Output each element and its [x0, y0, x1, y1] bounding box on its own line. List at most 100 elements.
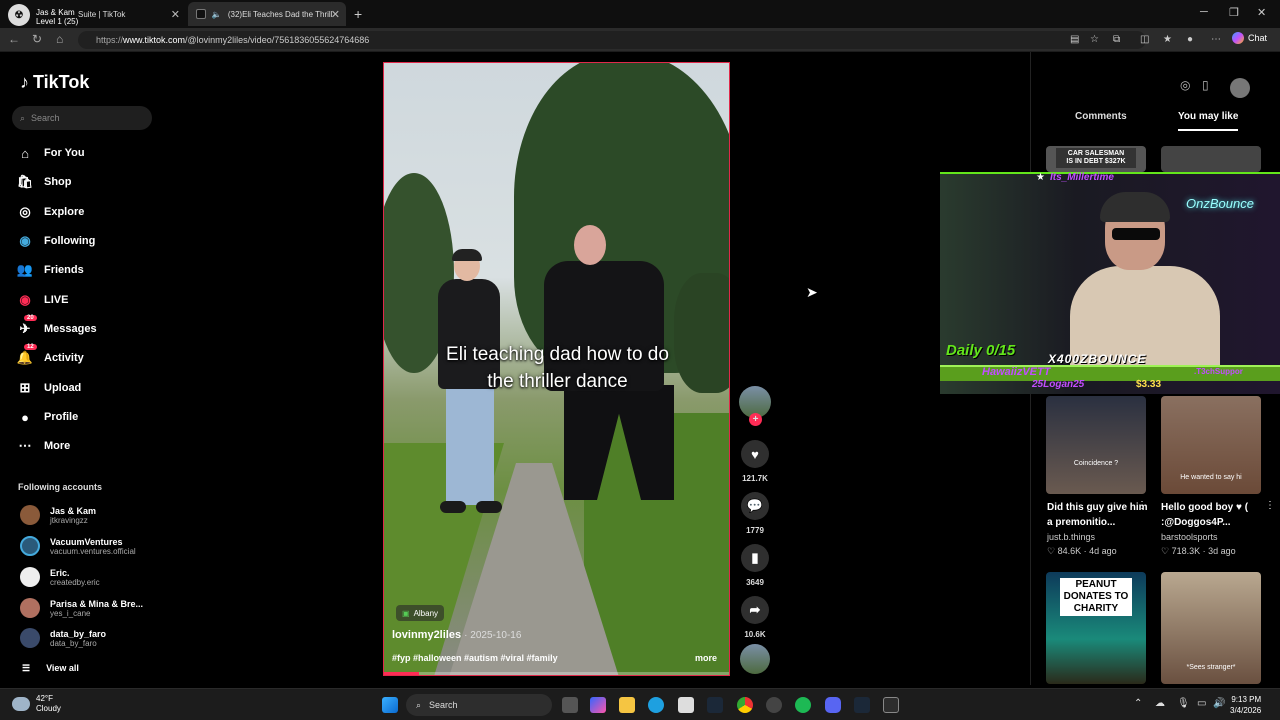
favorite-star-icon[interactable]: ☆: [1090, 34, 1099, 45]
account-handle: createdby.eric: [50, 577, 100, 587]
card-author[interactable]: just.b.things: [1047, 532, 1095, 542]
copilot-chat-button[interactable]: Chat: [1232, 32, 1267, 44]
nav-shop[interactable]: 🛍 Shop: [16, 171, 72, 193]
card-menu-icon[interactable]: ⋮: [1137, 500, 1147, 511]
coins-icon[interactable]: ◎: [1180, 78, 1190, 92]
steam-icon[interactable]: [854, 697, 870, 713]
video-thumbnail[interactable]: *Sees stranger*: [1161, 572, 1261, 684]
close-tab-icon[interactable]: ✕: [171, 8, 180, 21]
account-name: VacuumVentures: [50, 536, 123, 547]
like-button[interactable]: ♥ 121.7K: [738, 440, 772, 483]
taskbar-search[interactable]: ⌕ Search: [406, 694, 552, 716]
display-icon[interactable]: ▭: [1197, 698, 1206, 709]
card-author[interactable]: barstoolsports: [1161, 532, 1218, 542]
tab-suite[interactable]: Suite | TikTok ✕: [28, 2, 186, 26]
discord-icon[interactable]: [825, 697, 841, 713]
menu-dots-icon[interactable]: ⋯: [1211, 34, 1221, 45]
url-input[interactable]: https://www.tiktok.com/@lovinmy2liles/vi…: [78, 31, 1146, 49]
reader-icon[interactable]: ▤: [1070, 34, 1079, 45]
account-item[interactable]: Eric. createdby.eric: [20, 567, 100, 587]
task-view-icon[interactable]: [562, 697, 578, 713]
favorites-icon[interactable]: ★: [1163, 34, 1172, 45]
app-icon[interactable]: [883, 697, 899, 713]
speaker-icon[interactable]: 🔈: [212, 10, 222, 19]
list-icon: ☰: [22, 663, 31, 673]
video-author[interactable]: lovinmy2liles · 2025-10-16: [392, 629, 521, 641]
video-thumbnail[interactable]: CAR SALESMAN IS IN DEBT $327K: [1046, 146, 1146, 172]
account-handle: jtkravingzz: [50, 515, 88, 525]
card-menu-icon[interactable]: ⋮: [1265, 500, 1275, 511]
account-item[interactable]: data_by_faro data_by_faro: [20, 628, 106, 648]
video-player[interactable]: Eli teaching dad how to do the thriller d…: [383, 62, 730, 676]
cloud-sync-icon[interactable]: ☁: [1155, 698, 1165, 709]
account-item[interactable]: Jas & Kam jtkravingzz: [20, 505, 96, 525]
nav-friends[interactable]: 👥 Friends: [16, 259, 84, 281]
daily-goal: Daily 0/15: [946, 342, 1016, 359]
user-avatar[interactable]: [1230, 78, 1250, 101]
new-tab-button[interactable]: +: [354, 6, 362, 22]
follow-plus-icon[interactable]: +: [749, 413, 762, 426]
search-input[interactable]: ⌕ Search: [12, 106, 152, 130]
nav-activity[interactable]: 🔔 12 Activity: [16, 344, 84, 369]
share-button[interactable]: ➦ 10.6K: [738, 596, 772, 639]
start-windows-icon[interactable]: [382, 697, 398, 713]
sound-button[interactable]: [738, 644, 772, 674]
file-explorer-icon[interactable]: [619, 697, 635, 713]
split-screen-icon[interactable]: ◫: [1140, 34, 1149, 45]
video-thumbnail[interactable]: [1161, 146, 1261, 172]
copilot-app-icon[interactable]: [590, 697, 606, 713]
tab-you-may-like[interactable]: You may like: [1178, 111, 1239, 131]
close-tab-icon[interactable]: ✕: [331, 8, 340, 21]
nav-profile[interactable]: ● Profile: [16, 406, 78, 428]
weather-widget[interactable]: 42°F Cloudy: [12, 694, 61, 714]
comment-button[interactable]: 💬 1779: [738, 492, 772, 535]
refresh-icon[interactable]: ↻: [32, 32, 42, 46]
nav-upload[interactable]: ⊞ Upload: [16, 377, 82, 399]
store-icon[interactable]: [678, 697, 694, 713]
tab-tiktok-video[interactable]: 🔈 (32)Eli Teaches Dad the Thrill ✕: [188, 2, 346, 26]
volume-icon[interactable]: 🔊: [1213, 698, 1225, 709]
edge-icon[interactable]: [648, 697, 664, 713]
account-name: data_by_faro: [50, 628, 107, 639]
restore-icon[interactable]: ❐: [1229, 6, 1239, 19]
nav-more[interactable]: ⋯ More: [16, 435, 71, 457]
extensions-icon[interactable]: ⧉: [1113, 34, 1120, 45]
spotify-icon[interactable]: [795, 697, 811, 713]
account-item[interactable]: VacuumVentures vacuum.ventures.official: [20, 536, 136, 556]
sound-disc-icon: [740, 644, 770, 674]
chrome-icon[interactable]: [737, 697, 753, 713]
back-icon[interactable]: ←: [8, 32, 20, 46]
creator-avatar-button[interactable]: +: [738, 386, 772, 426]
nav-explore[interactable]: ◎ Explore: [16, 201, 84, 223]
chevron-up-icon[interactable]: ⌃: [1134, 698, 1142, 709]
video-progress-bar[interactable]: [384, 672, 729, 675]
video-thumbnail[interactable]: He wanted to say hi: [1161, 396, 1261, 494]
nav-messages[interactable]: ✈ 20 Messages: [16, 315, 97, 340]
tiktok-logo[interactable]: ♪ TikTok: [20, 72, 89, 93]
save-button[interactable]: ▮ 3649: [738, 544, 772, 587]
more-button[interactable]: more: [695, 653, 717, 663]
tab-comments[interactable]: Comments: [1075, 111, 1127, 122]
home-button-icon[interactable]: ⌂: [56, 32, 63, 46]
nav-live[interactable]: ◉ LIVE: [16, 289, 68, 311]
mic-icon[interactable]: 🎙: [1177, 698, 1190, 709]
close-window-icon[interactable]: ✕: [1257, 6, 1266, 19]
nav-following[interactable]: ◉ Following: [16, 230, 95, 252]
save-count: 3649: [746, 578, 764, 587]
device-icon[interactable]: ▯: [1202, 78, 1209, 92]
video-thumbnail[interactable]: Coincidence ?: [1046, 396, 1146, 494]
account-item[interactable]: Parisa & Mina & Bre... yes_i_cane: [20, 598, 143, 618]
profile-avatar-icon[interactable]: ●: [1187, 34, 1193, 45]
settings-gear-icon[interactable]: [766, 697, 782, 713]
avatar: [20, 567, 40, 587]
steam-icon[interactable]: [707, 697, 723, 713]
nav-for-you[interactable]: ⌂ For You: [16, 142, 84, 164]
card-title[interactable]: Hello good boy ♥ ( :@Doggos4P...: [1161, 500, 1266, 530]
location-tag[interactable]: ▣ Albany: [396, 605, 445, 621]
video-hashtags[interactable]: #fyp #halloween #autism #viral #family: [392, 653, 558, 663]
video-thumbnail[interactable]: PEANUT DONATES TO CHARITY: [1046, 572, 1146, 684]
minimize-icon[interactable]: ─: [1200, 6, 1208, 18]
view-all-link[interactable]: ☰ View all: [22, 663, 79, 674]
system-clock[interactable]: 9:13 PM 3/4/2026: [1230, 694, 1261, 716]
supporter-name: .T3chSuppor: [1194, 367, 1243, 376]
